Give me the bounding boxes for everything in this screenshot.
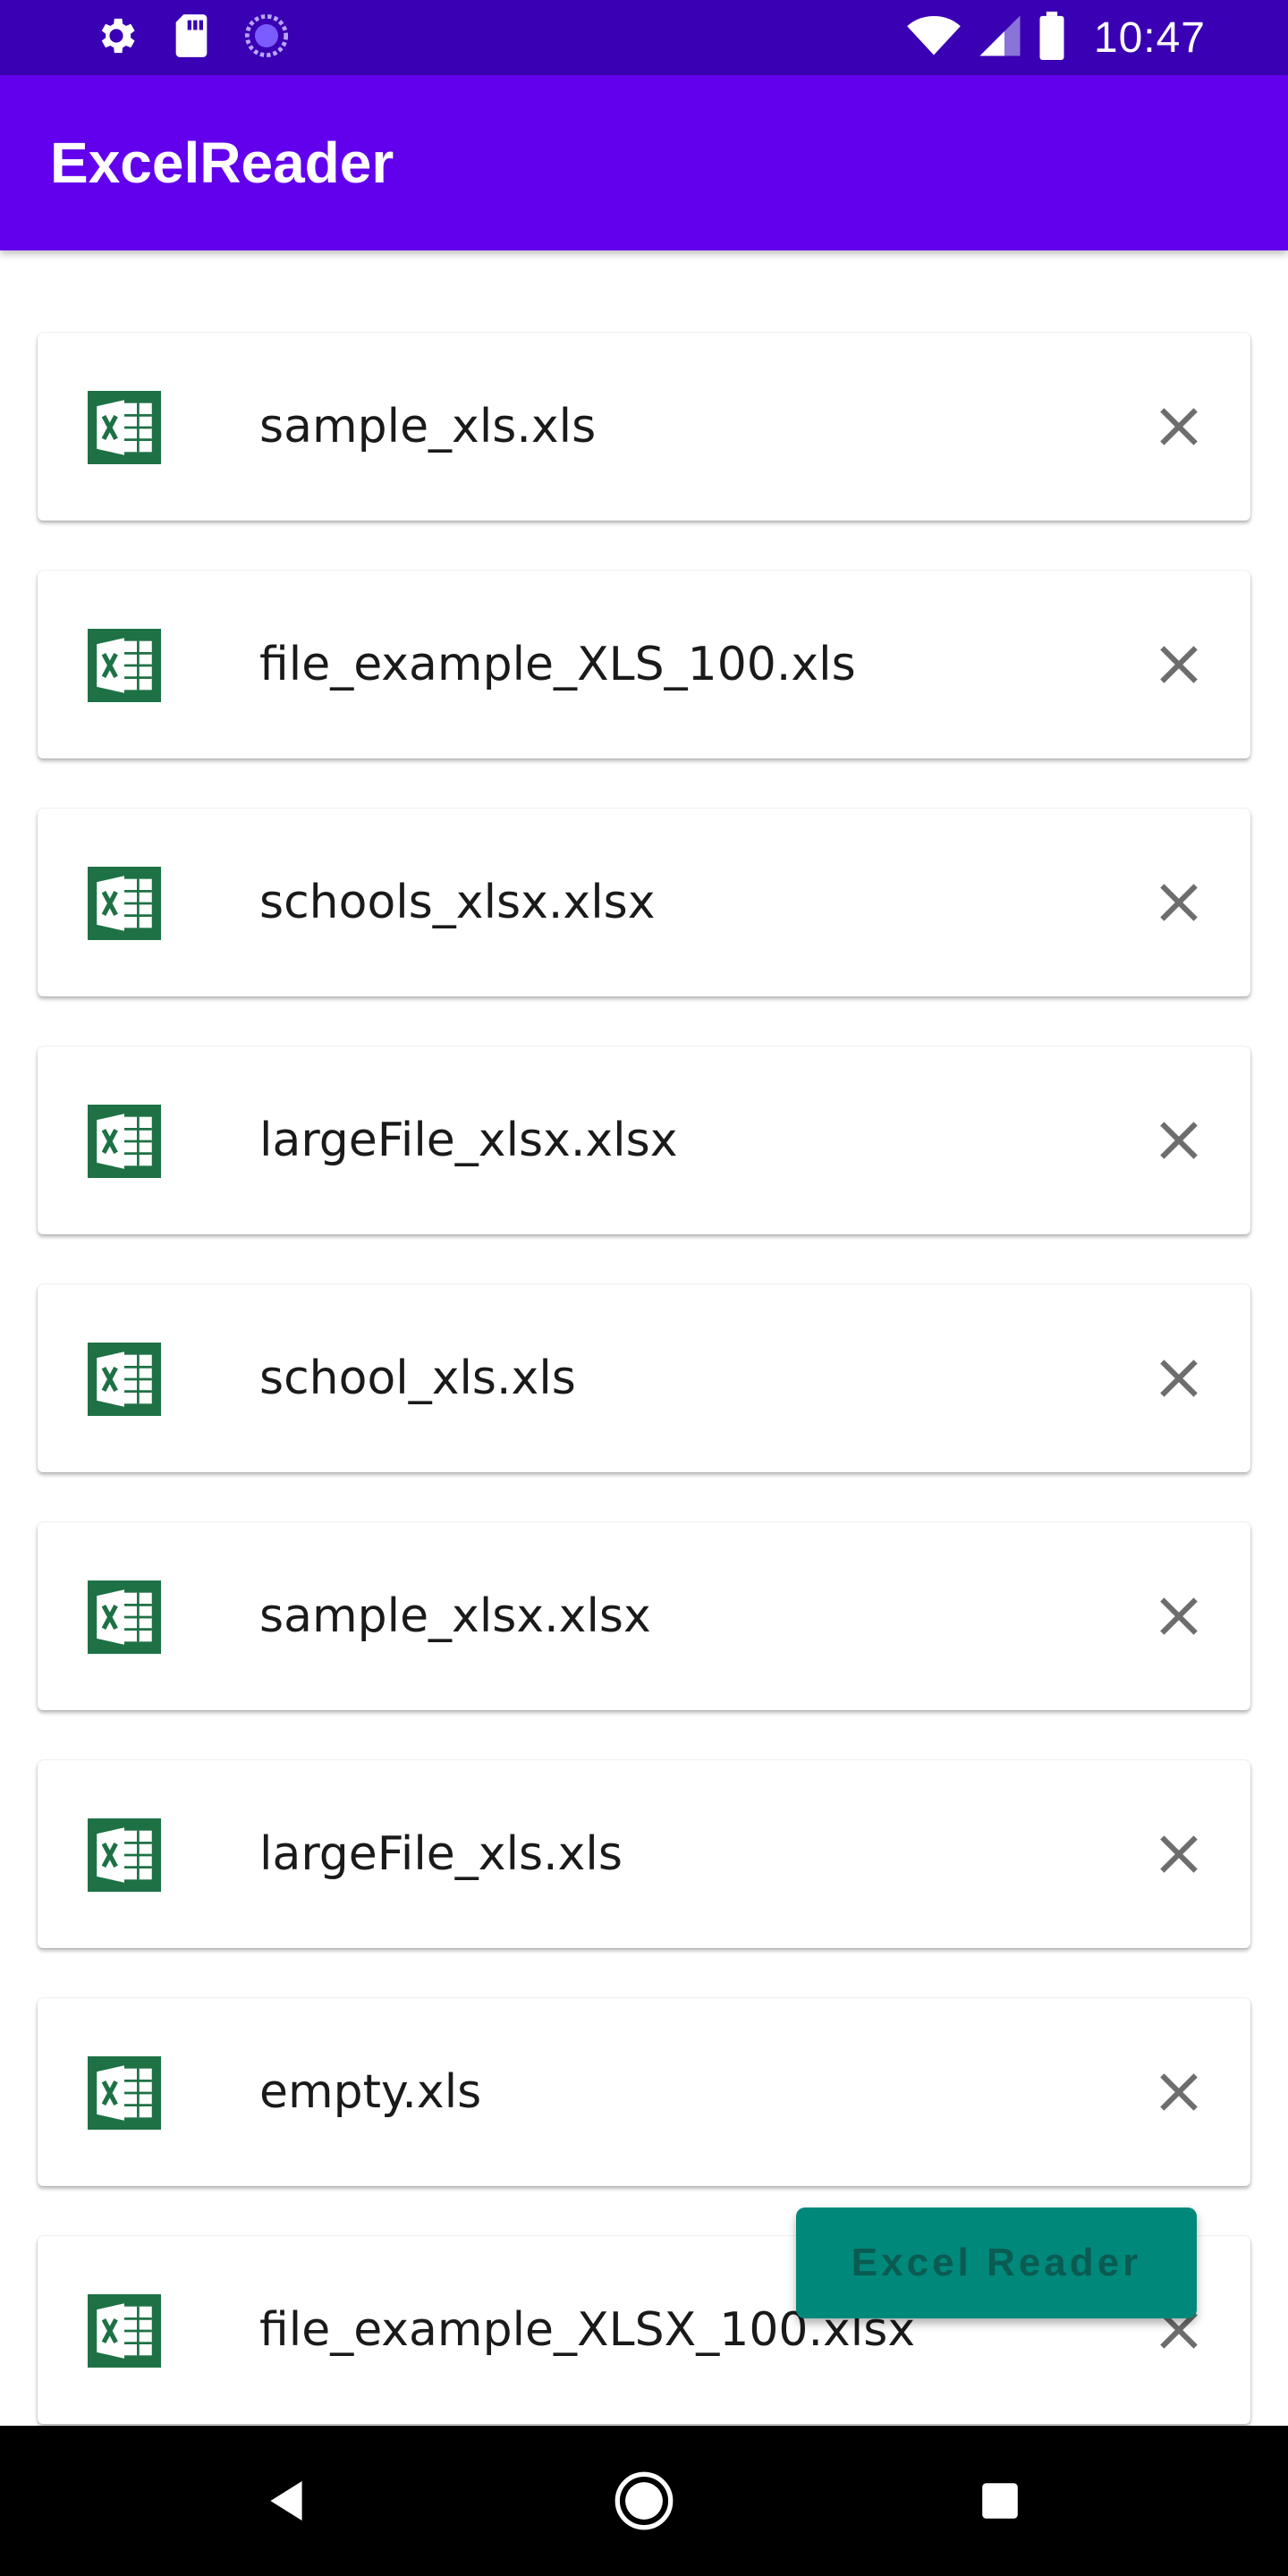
app-title: ExcelReader — [50, 131, 394, 195]
file-card[interactable]: largeFile_xls.xls — [38, 1760, 1250, 1948]
close-icon — [1160, 2073, 1198, 2111]
remove-file-button[interactable] — [1136, 1097, 1222, 1183]
file-card[interactable]: file_example_XLS_100.xls — [38, 571, 1250, 758]
close-icon — [1160, 1835, 1198, 1873]
excel-icon — [88, 629, 161, 702]
close-icon — [1160, 408, 1198, 445]
wifi-icon — [906, 13, 962, 62]
file-name: sample_xlsx.xlsx — [259, 1589, 651, 1643]
excel-reader-button[interactable]: Excel Reader — [796, 2207, 1197, 2318]
close-icon — [1160, 1122, 1198, 1159]
file-list[interactable]: sample_xls.xls file_example_XLS_100.xls — [0, 250, 1288, 2426]
close-icon — [1160, 646, 1198, 683]
excel-icon — [88, 2056, 161, 2130]
file-name: largeFile_xlsx.xlsx — [259, 1114, 678, 1167]
sync-icon — [243, 13, 290, 63]
excel-icon — [88, 391, 161, 464]
remove-file-button[interactable] — [1136, 622, 1222, 708]
file-name: sample_xls.xls — [259, 400, 597, 453]
file-name: empty.xls — [259, 2065, 482, 2119]
excel-icon — [88, 867, 161, 940]
recents-icon[interactable] — [964, 2465, 1036, 2537]
close-icon — [1160, 1597, 1198, 1635]
remove-file-button[interactable] — [1136, 1811, 1222, 1897]
file-name: schools_xlsx.xlsx — [259, 876, 656, 929]
excel-icon — [88, 1580, 161, 1654]
file-card[interactable]: sample_xls.xls — [38, 333, 1250, 521]
excel-icon — [88, 1343, 161, 1416]
file-name: school_xls.xls — [259, 1352, 576, 1405]
close-icon — [1160, 884, 1198, 921]
battery-icon — [1038, 12, 1065, 64]
app-bar: ExcelReader — [0, 75, 1288, 250]
file-card[interactable]: sample_xlsx.xlsx — [38, 1522, 1250, 1710]
gear-icon — [93, 13, 140, 63]
status-bar: 10:47 — [0, 0, 1288, 75]
remove-file-button[interactable] — [1136, 1573, 1222, 1659]
file-card[interactable]: largeFile_xlsx.xlsx — [38, 1046, 1250, 1234]
remove-file-button[interactable] — [1136, 2049, 1222, 2135]
remove-file-button[interactable] — [1136, 1335, 1222, 1421]
excel-icon — [88, 1818, 161, 1892]
remove-file-button[interactable] — [1136, 860, 1222, 945]
excel-icon — [88, 1105, 161, 1178]
cellular-signal-icon — [978, 13, 1022, 62]
home-icon[interactable] — [608, 2465, 680, 2537]
back-icon[interactable] — [250, 2465, 322, 2537]
file-card[interactable]: empty.xls — [38, 1998, 1250, 2186]
close-icon — [1160, 1360, 1198, 1397]
status-notification-icons — [93, 13, 290, 63]
sd-card-icon — [170, 13, 213, 63]
file-name: largeFile_xls.xls — [259, 1827, 623, 1881]
file-name: file_example_XLS_100.xls — [259, 638, 856, 691]
remove-file-button[interactable] — [1136, 384, 1222, 470]
file-card[interactable]: school_xls.xls — [38, 1284, 1250, 1472]
excel-icon — [88, 2294, 161, 2368]
status-system-icons: 10:47 — [906, 12, 1206, 64]
status-time: 10:47 — [1093, 13, 1206, 62]
navigation-bar — [0, 2426, 1288, 2576]
file-card[interactable]: schools_xlsx.xlsx — [38, 809, 1250, 996]
